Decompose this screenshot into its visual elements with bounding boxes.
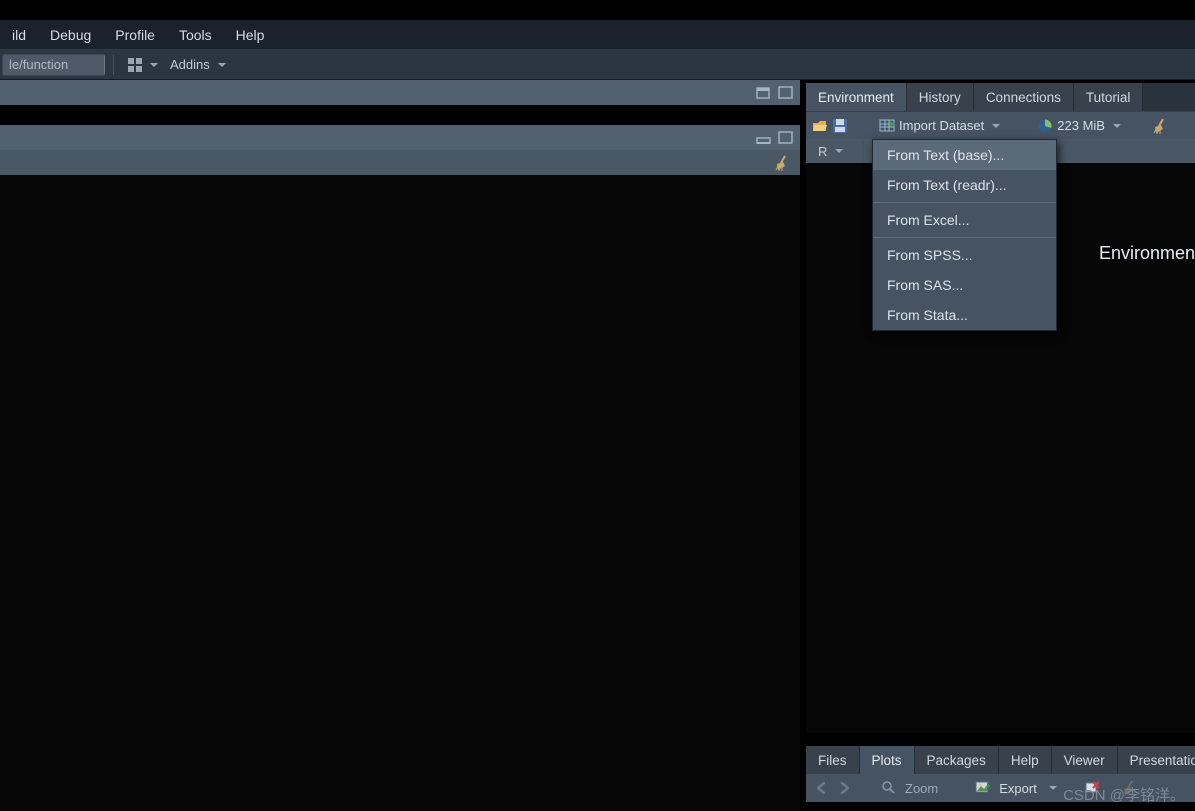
env-toolbar: Import Dataset 223 MiB <box>806 111 1195 139</box>
separator <box>1139 117 1140 135</box>
load-workspace-icon[interactable] <box>812 118 828 134</box>
menu-from-stata[interactable]: From Stata... <box>873 300 1056 330</box>
env-tabs: Environment History Connections Tutorial <box>806 83 1195 111</box>
main-toolbar: le/function Addins <box>0 50 1195 80</box>
tab-environment[interactable]: Environment <box>806 83 907 111</box>
menu-build[interactable]: ild <box>0 23 38 47</box>
separator <box>958 779 959 797</box>
plot-prev-button[interactable] <box>812 778 832 798</box>
plot-next-button[interactable] <box>834 778 854 798</box>
chevron-down-icon <box>992 124 1000 128</box>
env-sub-toolbar: R From Text (base)... From Text (readr).… <box>806 139 1195 163</box>
chevron-down-icon <box>1049 786 1057 790</box>
separator <box>1018 117 1019 135</box>
minimize-pane-icon[interactable] <box>756 86 772 100</box>
scope-label: R <box>818 144 827 159</box>
environment-empty-text: Environmen <box>1099 243 1195 264</box>
addins-label: Addins <box>170 57 210 72</box>
broom-icon[interactable] <box>774 155 792 171</box>
import-dataset-button[interactable]: Import Dataset <box>873 115 1006 137</box>
import-dataset-label: Import Dataset <box>899 118 984 133</box>
console-body[interactable] <box>0 175 800 811</box>
maximize-pane-icon[interactable] <box>778 86 794 100</box>
zoom-icon <box>881 780 897 796</box>
memory-usage-button[interactable]: 223 MiB <box>1031 115 1127 137</box>
separator <box>863 141 864 161</box>
workspace-panes-button[interactable] <box>122 54 164 76</box>
addins-button[interactable]: Addins <box>164 54 232 76</box>
chevron-down-icon <box>150 63 158 67</box>
memory-value: 223 MiB <box>1057 118 1105 133</box>
tab-plots[interactable]: Plots <box>860 746 915 774</box>
plots-tabs: Files Plots Packages Help Viewer Present… <box>806 746 1195 774</box>
separator <box>864 779 865 797</box>
menu-debug[interactable]: Debug <box>38 23 103 47</box>
export-icon <box>975 780 991 796</box>
clear-plots-icon[interactable] <box>1121 780 1139 796</box>
save-workspace-icon[interactable] <box>832 118 848 134</box>
console-toolbar <box>0 150 800 175</box>
source-pane-header <box>0 80 800 105</box>
tab-packages[interactable]: Packages <box>915 746 999 774</box>
menu-separator <box>873 237 1056 238</box>
pie-icon <box>1037 118 1053 134</box>
remove-plot-icon[interactable] <box>1084 780 1100 796</box>
right-column: Environment History Connections Tutorial <box>800 80 1195 811</box>
tab-files[interactable]: Files <box>806 746 860 774</box>
bottom-right-panel: Files Plots Packages Help Viewer Present… <box>806 743 1195 811</box>
goto-placeholder: le/function <box>9 57 68 72</box>
grid-icon <box>128 58 142 72</box>
window-top-black <box>0 0 1195 20</box>
tab-history[interactable]: History <box>907 83 974 111</box>
menu-separator <box>873 202 1056 203</box>
left-column <box>0 80 800 811</box>
menu-from-spss[interactable]: From SPSS... <box>873 240 1056 270</box>
maximize-console-icon[interactable] <box>778 131 794 145</box>
chevron-down-icon <box>835 149 843 153</box>
zoom-button[interactable]: Zoom <box>875 777 948 799</box>
zoom-label: Zoom <box>901 781 942 796</box>
menu-profile[interactable]: Profile <box>103 23 167 47</box>
tab-presentation[interactable]: Presentation <box>1118 746 1195 774</box>
export-button[interactable]: Export <box>969 777 1063 799</box>
tab-viewer[interactable]: Viewer <box>1052 746 1118 774</box>
clear-env-icon[interactable] <box>1152 118 1170 134</box>
scope-selector[interactable]: R <box>812 140 849 162</box>
separator <box>113 55 114 75</box>
separator <box>1073 779 1074 797</box>
menu-from-text-readr[interactable]: From Text (readr)... <box>873 170 1056 200</box>
menu-help[interactable]: Help <box>224 23 277 47</box>
menubar: ild Debug Profile Tools Help <box>0 20 1195 50</box>
plots-toolbar: Zoom Export <box>806 774 1195 802</box>
chevron-down-icon <box>1113 124 1121 128</box>
tab-help[interactable]: Help <box>999 746 1052 774</box>
minimize-console-icon[interactable] <box>756 131 772 145</box>
import-grid-icon <box>879 118 895 134</box>
separator <box>860 117 861 135</box>
console-pane-header <box>0 125 800 150</box>
menu-from-text-base[interactable]: From Text (base)... <box>873 140 1056 170</box>
menu-tools[interactable]: Tools <box>167 23 224 47</box>
menu-from-excel[interactable]: From Excel... <box>873 205 1056 235</box>
menu-from-sas[interactable]: From SAS... <box>873 270 1056 300</box>
tab-connections[interactable]: Connections <box>974 83 1074 111</box>
export-label: Export <box>995 781 1041 796</box>
goto-function-input[interactable]: le/function <box>2 54 105 76</box>
separator <box>1110 779 1111 797</box>
chevron-down-icon <box>218 63 226 67</box>
tab-tutorial[interactable]: Tutorial <box>1074 83 1144 111</box>
import-dataset-menu: From Text (base)... From Text (readr)...… <box>872 139 1057 331</box>
